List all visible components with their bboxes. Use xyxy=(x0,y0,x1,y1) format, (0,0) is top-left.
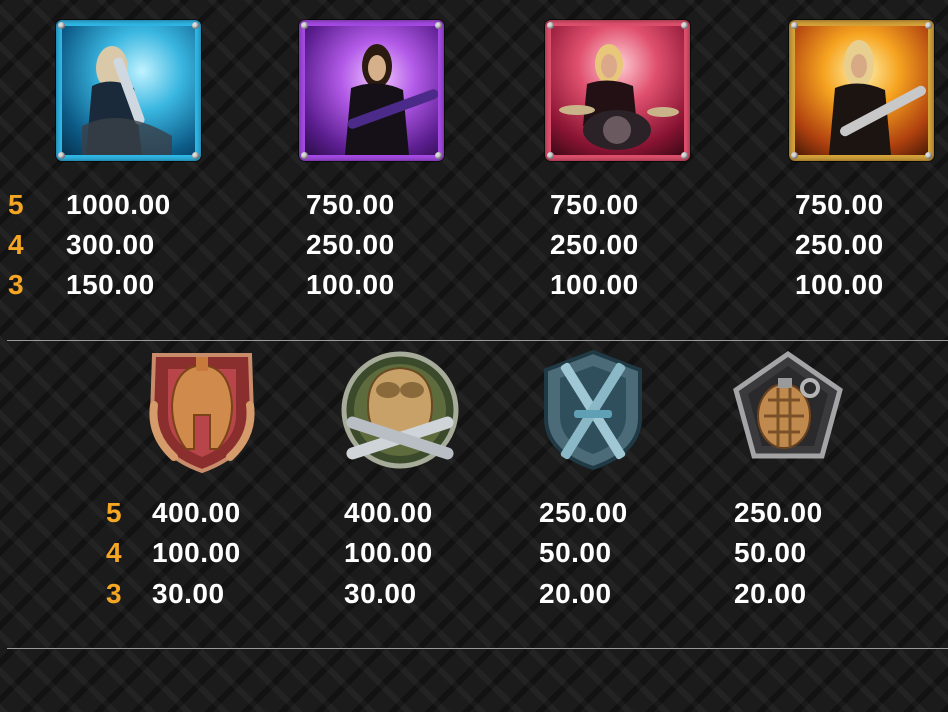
payout-spartan-4: 100.00 xyxy=(152,537,241,568)
payout-pilot-3: 30.00 xyxy=(344,578,417,609)
payout-drummer-red-5: 750.00 xyxy=(550,189,639,220)
pilot-helmet-icon xyxy=(341,351,459,469)
symbol-drummer-red xyxy=(545,20,690,161)
payout-drummer-red-3: 100.00 xyxy=(550,269,639,300)
payout-rocker-cyan-4: 300.00 xyxy=(66,229,155,260)
low-count-4: 4 xyxy=(106,537,122,568)
payout-swords-4: 50.00 xyxy=(539,537,612,568)
section-divider-top xyxy=(7,340,948,341)
payout-rocker-purple-5: 750.00 xyxy=(306,189,395,220)
payout-rocker-cyan-5: 1000.00 xyxy=(66,189,171,220)
symbol-rocker-gold xyxy=(789,20,934,161)
payout-rocker-gold-4: 250.00 xyxy=(795,229,884,260)
payout-grenade-3: 20.00 xyxy=(734,578,807,609)
payout-rocker-purple-4: 250.00 xyxy=(306,229,395,260)
low-count-3: 3 xyxy=(106,578,122,609)
premium-count-4: 4 xyxy=(8,229,24,260)
section-divider-bottom xyxy=(7,648,948,649)
symbol-rocker-purple xyxy=(299,20,444,161)
symbol-rocker-cyan xyxy=(56,20,201,161)
payout-rocker-gold-5: 750.00 xyxy=(795,189,884,220)
premium-count-5: 5 xyxy=(8,189,24,220)
payout-pilot-5: 400.00 xyxy=(344,497,433,528)
premium-count-3: 3 xyxy=(8,269,24,300)
payout-pilot-4: 100.00 xyxy=(344,537,433,568)
spartan-helmet-icon xyxy=(149,353,255,474)
payout-grenade-5: 250.00 xyxy=(734,497,823,528)
payout-spartan-5: 400.00 xyxy=(152,497,241,528)
crossed-swords-shield-icon xyxy=(544,349,642,471)
low-count-5: 5 xyxy=(106,497,122,528)
payout-swords-3: 20.00 xyxy=(539,578,612,609)
payout-rocker-cyan-3: 150.00 xyxy=(66,269,155,300)
payout-swords-5: 250.00 xyxy=(539,497,628,528)
grenade-icon xyxy=(733,350,843,459)
payout-drummer-red-4: 250.00 xyxy=(550,229,639,260)
payout-spartan-3: 30.00 xyxy=(152,578,225,609)
payout-rocker-purple-3: 100.00 xyxy=(306,269,395,300)
payout-grenade-4: 50.00 xyxy=(734,537,807,568)
payout-rocker-gold-3: 100.00 xyxy=(795,269,884,300)
